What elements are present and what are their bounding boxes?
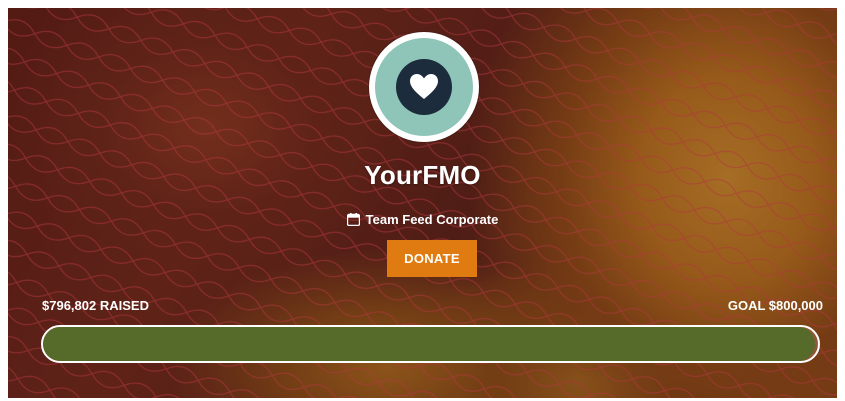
calendar-icon [346, 212, 360, 226]
heart-icon [410, 74, 438, 99]
campaign-goal: GOAL $800,000 [727, 298, 823, 313]
team-name[interactable]: Team Feed Corporate [366, 212, 499, 227]
amount-raised: $796,802 RAISED [42, 298, 149, 313]
organization-logo [369, 32, 479, 142]
progress-fill [43, 327, 815, 361]
team-line: Team Feed Corporate [0, 210, 845, 228]
campaign-banner-frame: YourFMO Team Feed Corporate DONATE $796,… [0, 0, 845, 401]
donate-button[interactable]: DONATE [387, 240, 477, 277]
organization-name: YourFMO [364, 160, 481, 190]
logo-core [396, 59, 452, 115]
progress-bar [41, 325, 820, 363]
